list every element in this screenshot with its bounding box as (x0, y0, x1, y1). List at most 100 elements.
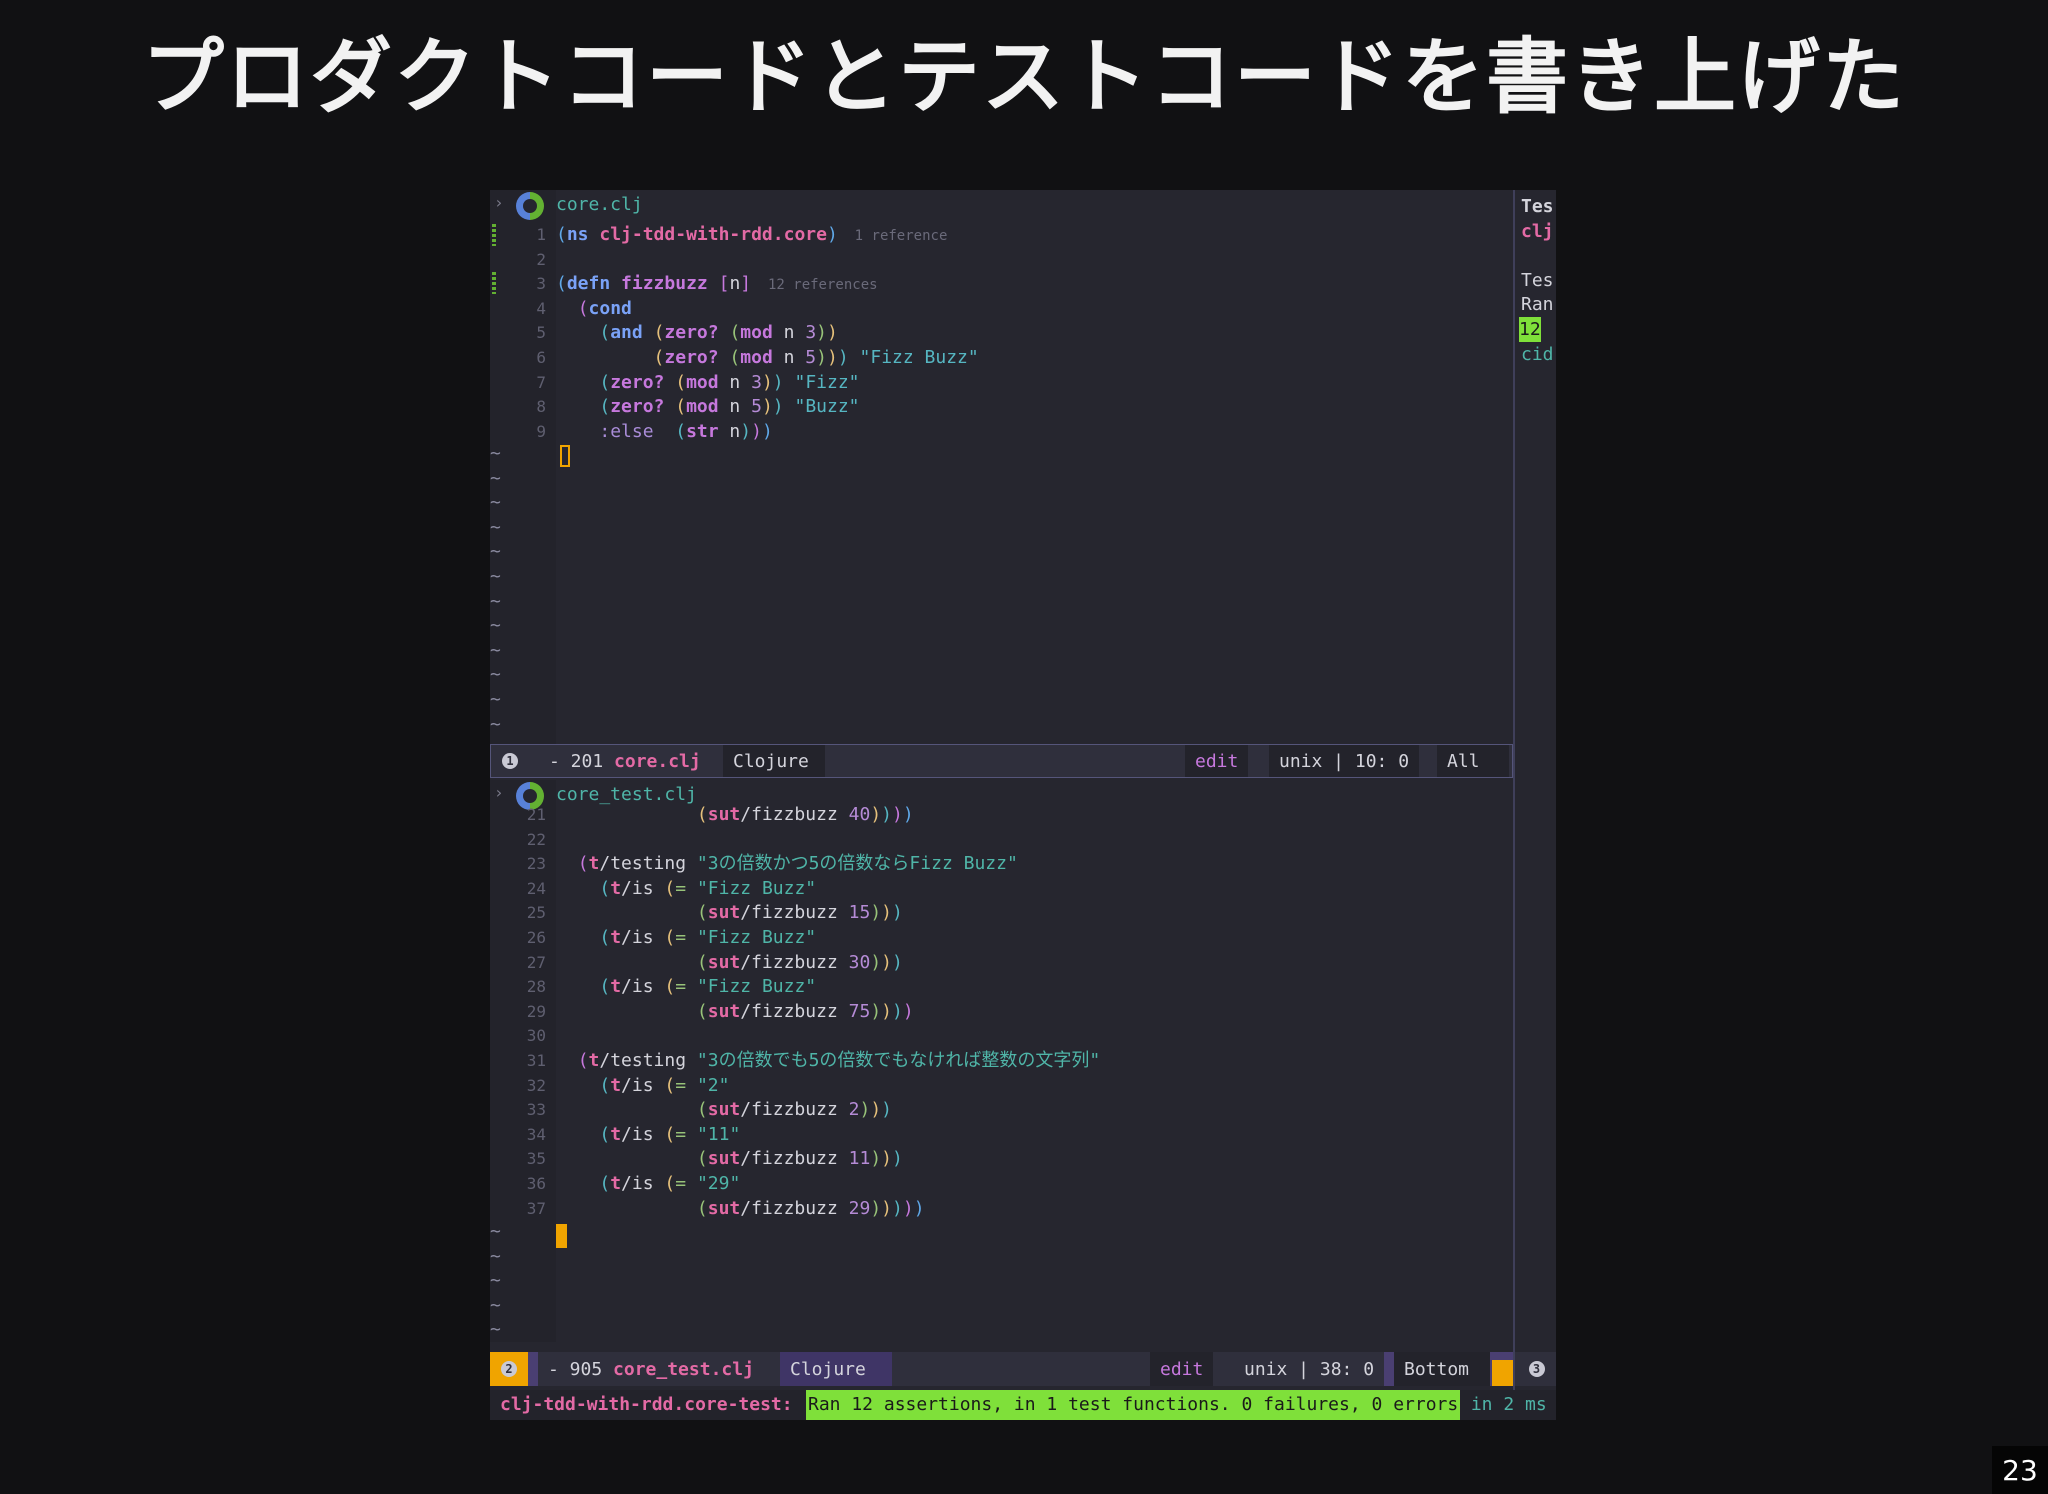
side-panel-line: cid (1521, 343, 1554, 365)
bottom-modeline: 2 - 905 core_test.clj Clojure edit unix … (490, 1352, 1513, 1386)
code-line[interactable]: 25 (sut/fizzbuzz 15))) (490, 900, 1513, 925)
slide-title: プロダクトコードとテストコードを書き上げた (141, 30, 1906, 125)
code-text: (t/testing "3の倍数でも5の倍数でもなければ整数の文字列" (577, 1050, 1101, 1071)
code-text: (sut/fizzbuzz 11))) (696, 1148, 903, 1170)
code-line[interactable]: 9 :else (str n))) (490, 419, 1513, 444)
major-mode[interactable]: Clojure (723, 745, 825, 777)
code-line[interactable]: 34 (t/is (= "11" (490, 1122, 1513, 1147)
code-line[interactable]: 33 (sut/fizzbuzz 2))) (490, 1097, 1513, 1122)
line-number: 27 (526, 952, 546, 972)
code-text: (zero? (mod n 5)) "Buzz" (599, 396, 860, 418)
code-line[interactable]: 8 (zero? (mod n 5)) "Buzz" (490, 394, 1513, 419)
echo-area: clj-tdd-with-rdd.core-test: Ran 12 asser… (490, 1390, 1556, 1420)
side-panel-line: Tes (1521, 269, 1554, 291)
side-test-report-panel[interactable]: Tes clj Tes Ran 12 cid 3 (1513, 190, 1556, 1396)
tilde-marker: ~ (490, 1270, 501, 1292)
code-line[interactable]: 1 (ns clj-tdd-with-rdd.core) 1 reference (490, 222, 1513, 247)
code-line[interactable]: 23 (t/testing "3の倍数かつ5の倍数ならFizz Buzz" (490, 851, 1513, 876)
code-text: (t/is (= "29" (599, 1173, 741, 1194)
code-text: (and (zero? (mod n 3)) (599, 322, 838, 344)
code-text: (zero? (mod n 5))) "Fizz Buzz" (653, 347, 979, 368)
page-number: 23 (1992, 1446, 2048, 1494)
chevron-right-icon: › (494, 193, 504, 212)
code-line[interactable]: 24 (t/is (= "Fizz Buzz" (490, 876, 1513, 901)
code-text: (cond (577, 297, 632, 319)
code-line[interactable]: 31 (t/testing "3の倍数でも5の倍数でもなければ整数の文字列" (490, 1048, 1513, 1073)
code-line[interactable]: 35 (sut/fizzbuzz 11))) (490, 1146, 1513, 1171)
code-line[interactable]: 21 (sut/fizzbuzz 40)))) (490, 802, 1513, 827)
line-number: 22 (526, 829, 546, 849)
tilde-marker: ~ (490, 467, 501, 489)
tilde-marker: ~ (490, 713, 501, 735)
code-line[interactable]: 36 (t/is (= "29" (490, 1171, 1513, 1196)
code-line[interactable]: 3 (defn fizzbuzz [n] 12 references (490, 271, 1513, 296)
line-number: 2 (536, 249, 546, 269)
test-namespace: clj-tdd-with-rdd.core-test: (500, 1394, 793, 1415)
code-line[interactable]: 2 (490, 247, 1513, 272)
tilde-marker: ~ (490, 1294, 501, 1316)
window-number: 2 (490, 1352, 528, 1386)
code-text: (sut/fizzbuzz 30))) (696, 951, 903, 973)
code-line[interactable]: 28 (t/is (= "Fizz Buzz" (490, 974, 1513, 999)
tilde-marker: ~ (490, 1245, 501, 1267)
side-panel-line: Ran (1521, 294, 1554, 316)
code-line[interactable]: 29 (sut/fizzbuzz 75)))) (490, 999, 1513, 1024)
code-text: (t/is (= "2" (599, 1074, 730, 1096)
chevron-right-icon: › (494, 783, 504, 802)
code-line[interactable]: 37 (sut/fizzbuzz 29))))) (490, 1196, 1513, 1221)
line-number: 28 (526, 977, 546, 997)
git-diff-marker (492, 224, 496, 246)
top-modeline: 1 - 201 core.clj Clojure edit unix | 10:… (490, 744, 1513, 778)
tilde-marker: ~ (490, 516, 501, 538)
buffer-header: › core.clj (490, 190, 1513, 220)
line-number: 23 (526, 854, 546, 874)
code-text: (sut/fizzbuzz 75)))) (696, 1000, 914, 1022)
side-panel-line: clj (1521, 220, 1554, 242)
line-number: 24 (526, 878, 546, 898)
code-line[interactable]: 22 (490, 827, 1513, 852)
tilde-marker: ~ (490, 1319, 501, 1341)
code-text: (ns clj-tdd-with-rdd.core) 1 reference (556, 224, 948, 245)
code-text: (t/is (= "11" (599, 1123, 741, 1145)
evil-state: edit (1150, 1352, 1214, 1386)
code-line[interactable]: 6 (zero? (mod n 5))) "Fizz Buzz" (490, 345, 1513, 370)
line-number: 6 (536, 348, 546, 367)
code-line[interactable]: 4 (cond (490, 296, 1513, 321)
side-panel-line: 12 (1519, 317, 1541, 342)
code-text: (t/is (= "Fizz Buzz" (599, 976, 817, 998)
test-result-summary: Ran 12 assertions, in 1 test functions. … (806, 1390, 1461, 1420)
code-line[interactable]: 32 (t/is (= "2" (490, 1073, 1513, 1098)
file-name-core: core.clj (556, 194, 643, 215)
line-number: 21 (526, 805, 546, 824)
buffer-size: - 201 core.clj (549, 750, 701, 772)
scroll-position: All (1437, 745, 1509, 777)
code-line[interactable]: 30 (490, 1023, 1513, 1048)
code-line[interactable]: 26 (t/is (= "Fizz Buzz" (490, 925, 1513, 950)
code-text: (sut/fizzbuzz 2))) (696, 1099, 892, 1121)
top-buffer-pane[interactable]: › core.clj 1 (ns clj-tdd-with-rdd.core) 1… (490, 190, 1513, 744)
evil-state: edit (1185, 745, 1249, 777)
code-text: (sut/fizzbuzz 29))))) (696, 1197, 925, 1219)
tilde-marker: ~ (490, 664, 501, 686)
code-line[interactable]: 27 (sut/fizzbuzz 30))) (490, 950, 1513, 975)
tilde-marker: ~ (490, 615, 501, 637)
major-mode[interactable]: Clojure (780, 1352, 892, 1386)
clojure-logo-icon (516, 192, 544, 220)
emacs-editor-window: › core.clj 1 (ns clj-tdd-with-rdd.core) 1… (490, 190, 1556, 1420)
line-number: 29 (526, 1001, 546, 1021)
line-number: 3 (536, 274, 546, 294)
line-number: 25 (526, 903, 546, 923)
line-number: 37 (526, 1198, 546, 1218)
scroll-position: Bottom (1394, 1352, 1490, 1386)
code-line[interactable]: 5 (and (zero? (mod n 3)) (490, 320, 1513, 345)
bottom-buffer-pane[interactable]: › core_test.clj 21 (sut/fizzbuzz 40)))) 2… (490, 780, 1513, 1342)
tilde-marker: ~ (490, 689, 501, 710)
buffer-position-indicator (1492, 1360, 1513, 1386)
code-line[interactable]: 7 (zero? (mod n 3)) "Fizz" (490, 370, 1513, 395)
side-panel-line: Tes (1521, 196, 1554, 217)
tilde-marker: ~ (490, 639, 501, 661)
encoding-position: unix | 10: 0 (1269, 745, 1420, 777)
tilde-marker: ~ (490, 541, 501, 563)
line-number: 34 (526, 1124, 546, 1144)
window-number: 1 (491, 745, 529, 777)
